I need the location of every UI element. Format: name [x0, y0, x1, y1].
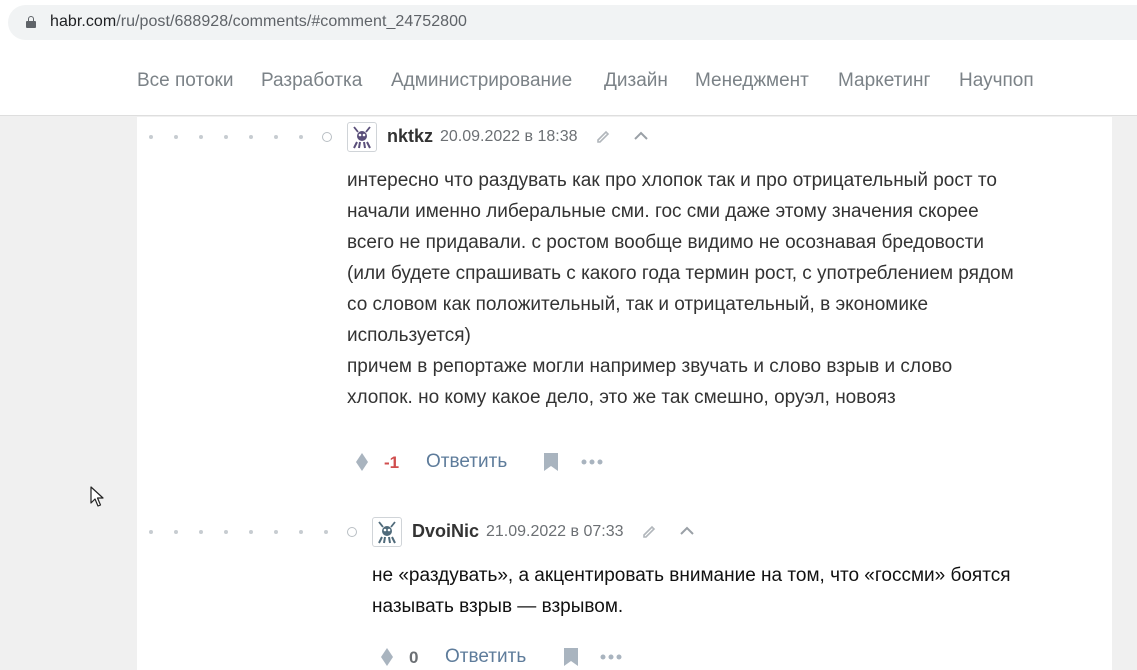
comment-line: называть взрыв — взрывом. [372, 596, 624, 617]
comment-author[interactable]: DvoiNic [412, 521, 479, 542]
nav-item-management[interactable]: Менеджмент [695, 70, 809, 92]
comment-line: со словом как положительный, так и отриц… [347, 294, 929, 315]
comment-line: интересно что раздувать как про хлопок т… [347, 170, 997, 191]
comment-line: не «раздувать», а акцентировать внимание… [372, 565, 1011, 586]
reply-button[interactable]: Ответить [445, 646, 526, 668]
chevron-up-icon[interactable] [633, 130, 649, 142]
url-text[interactable]: habr.com/ru/post/688928/comments/#commen… [50, 13, 467, 31]
edit-icon[interactable] [595, 128, 611, 144]
vote-icon[interactable] [355, 452, 369, 472]
comment-line: всего не придавали. с ростом вообще види… [347, 232, 985, 253]
avatar[interactable] [372, 517, 402, 547]
comment-author[interactable]: nktkz [387, 126, 433, 147]
comment-line: (или будете спрашивать с какого года тер… [347, 263, 1014, 284]
avatar-icon [378, 521, 396, 544]
vote-icon[interactable] [380, 647, 394, 667]
comment-date[interactable]: 21.09.2022 в 07:33 [486, 523, 624, 541]
comment-text: не «раздувать», а акцентировать внимание… [372, 560, 1011, 622]
comment-line: причем в репортаже могли например звучат… [347, 356, 953, 377]
comment-text: интересно что раздувать как про хлопок т… [347, 165, 1014, 413]
comment-line: хлопок. но кому какое дело, это же так с… [347, 387, 896, 408]
comment-date[interactable]: 20.09.2022 в 18:38 [440, 128, 578, 146]
thread-depth-indicator [149, 527, 364, 537]
avatar-icon [353, 126, 371, 149]
more-icon[interactable] [599, 653, 623, 661]
lock-icon[interactable] [26, 16, 36, 28]
bookmark-icon[interactable] [563, 647, 579, 667]
bookmark-icon[interactable] [543, 452, 559, 472]
nav-item-marketing[interactable]: Маркетинг [838, 70, 930, 92]
url-path: /ru/post/688928/comments/#comment_247528… [116, 13, 467, 30]
comment-score: -1 [384, 453, 400, 472]
mouse-cursor-icon [90, 486, 104, 507]
hub-navigation: Все потоки Разработка Администрирование … [0, 46, 1137, 116]
comment-score: 0 [409, 648, 419, 667]
browser-address-bar: habr.com/ru/post/688928/comments/#commen… [0, 0, 1137, 46]
nav-item-administration[interactable]: Администрирование [391, 70, 572, 92]
url-host: habr.com [50, 13, 117, 30]
nav-item-popsci[interactable]: Научпоп [959, 70, 1034, 92]
comment-line: начали именно либеральные сми. гос сми д… [347, 201, 979, 222]
nav-item-all-flows[interactable]: Все потоки [137, 70, 233, 92]
comment-line: используется) [347, 325, 471, 346]
thread-depth-indicator [149, 132, 339, 142]
avatar[interactable] [347, 122, 377, 152]
chevron-up-icon[interactable] [679, 525, 695, 537]
reply-button[interactable]: Ответить [426, 451, 507, 473]
nav-item-design[interactable]: Дизайн [604, 70, 668, 92]
nav-item-development[interactable]: Разработка [261, 70, 362, 92]
more-icon[interactable] [580, 458, 604, 466]
edit-icon[interactable] [641, 523, 657, 539]
url-field[interactable]: habr.com/ru/post/688928/comments/#commen… [8, 5, 1137, 40]
